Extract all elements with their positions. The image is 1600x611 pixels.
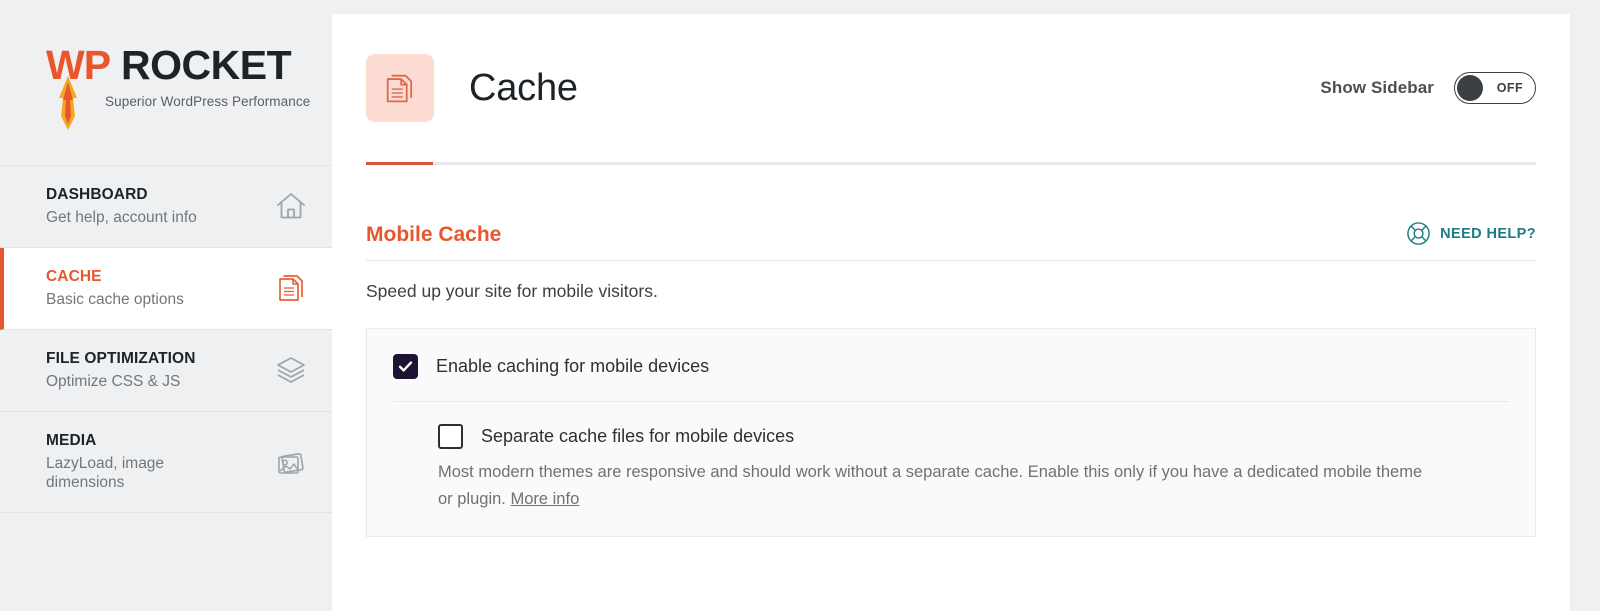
sidebar-item-title: MEDIA bbox=[46, 432, 246, 451]
checkmark-icon bbox=[397, 358, 414, 375]
sidebar-item-subtitle: Get help, account info bbox=[46, 208, 197, 227]
toggle-state-label: OFF bbox=[1497, 81, 1523, 95]
sidebar-item-title: DASHBOARD bbox=[46, 186, 197, 205]
option-row-separate-cache-files: Separate cache files for mobile devices bbox=[393, 424, 1509, 449]
page-icon-container bbox=[366, 54, 434, 122]
sidebar-nav: DASHBOARD Get help, account info CACHE B… bbox=[0, 165, 332, 513]
sidebar-item-dashboard[interactable]: DASHBOARD Get help, account info bbox=[0, 165, 332, 248]
options-panel: Enable caching for mobile devices Separa… bbox=[366, 328, 1536, 537]
page-title: Cache bbox=[469, 67, 578, 110]
sidebar-item-file-optimization[interactable]: FILE OPTIMIZATION Optimize CSS & JS bbox=[0, 330, 332, 412]
tab-bar bbox=[366, 162, 1536, 165]
rocket-flame-icon bbox=[57, 76, 79, 130]
show-sidebar-label: Show Sidebar bbox=[1320, 78, 1434, 98]
section-title: Mobile Cache bbox=[366, 223, 501, 247]
wp-rocket-logo: WP ROCKET Superior WordPress Performance bbox=[0, 42, 332, 146]
image-stack-icon bbox=[274, 445, 308, 479]
more-info-link[interactable]: More info bbox=[510, 490, 579, 508]
enable-mobile-cache-label: Enable caching for mobile devices bbox=[436, 356, 709, 377]
toggle-knob bbox=[1457, 75, 1483, 101]
sidebar-item-subtitle: LazyLoad, image dimensions bbox=[46, 454, 246, 493]
sidebar-item-media[interactable]: MEDIA LazyLoad, image dimensions bbox=[0, 412, 332, 513]
page-header: Cache Show Sidebar OFF bbox=[332, 14, 1570, 162]
layers-icon bbox=[274, 353, 308, 387]
separate-cache-files-label: Separate cache files for mobile devices bbox=[481, 426, 794, 447]
logo-rocket-text: ROCKET bbox=[121, 42, 291, 89]
sidebar-item-subtitle: Basic cache options bbox=[46, 290, 184, 309]
section-description: Speed up your site for mobile visitors. bbox=[366, 281, 1536, 302]
tab-active-indicator bbox=[366, 162, 433, 165]
separate-cache-files-control[interactable]: Separate cache files for mobile devices bbox=[438, 424, 1509, 449]
need-help-link[interactable]: NEED HELP? bbox=[1406, 221, 1536, 247]
enable-mobile-cache-checkbox[interactable] bbox=[393, 354, 418, 379]
mobile-cache-section: Mobile Cache NEED HELP? Speed up your si… bbox=[332, 221, 1570, 537]
document-icon bbox=[274, 271, 308, 305]
sidebar-item-title: FILE OPTIMIZATION bbox=[46, 350, 196, 369]
description-text: Most modern themes are responsive and sh… bbox=[438, 463, 1422, 508]
section-header: Mobile Cache NEED HELP? bbox=[366, 221, 1536, 261]
need-help-label: NEED HELP? bbox=[1440, 226, 1536, 242]
separate-cache-files-description: Most modern themes are responsive and sh… bbox=[438, 459, 1423, 512]
lifebuoy-icon bbox=[1406, 221, 1431, 246]
logo-tagline: Superior WordPress Performance bbox=[105, 94, 310, 109]
separate-cache-files-checkbox[interactable] bbox=[438, 424, 463, 449]
main-content: Cache Show Sidebar OFF Mobile Cache bbox=[332, 14, 1570, 611]
home-icon bbox=[274, 189, 308, 223]
sidebar-item-cache[interactable]: CACHE Basic cache options bbox=[0, 248, 332, 330]
option-row-enable-mobile-cache[interactable]: Enable caching for mobile devices bbox=[393, 354, 1509, 402]
sidebar-item-title: CACHE bbox=[46, 268, 184, 287]
document-icon bbox=[381, 69, 419, 107]
sidebar-item-subtitle: Optimize CSS & JS bbox=[46, 372, 196, 391]
wp-rocket-settings-page: WP ROCKET Superior WordPress Performance… bbox=[0, 0, 1600, 611]
sidebar: WP ROCKET Superior WordPress Performance… bbox=[0, 0, 332, 611]
show-sidebar-toggle[interactable]: OFF bbox=[1454, 72, 1536, 104]
header-actions: Show Sidebar OFF bbox=[1320, 72, 1536, 104]
